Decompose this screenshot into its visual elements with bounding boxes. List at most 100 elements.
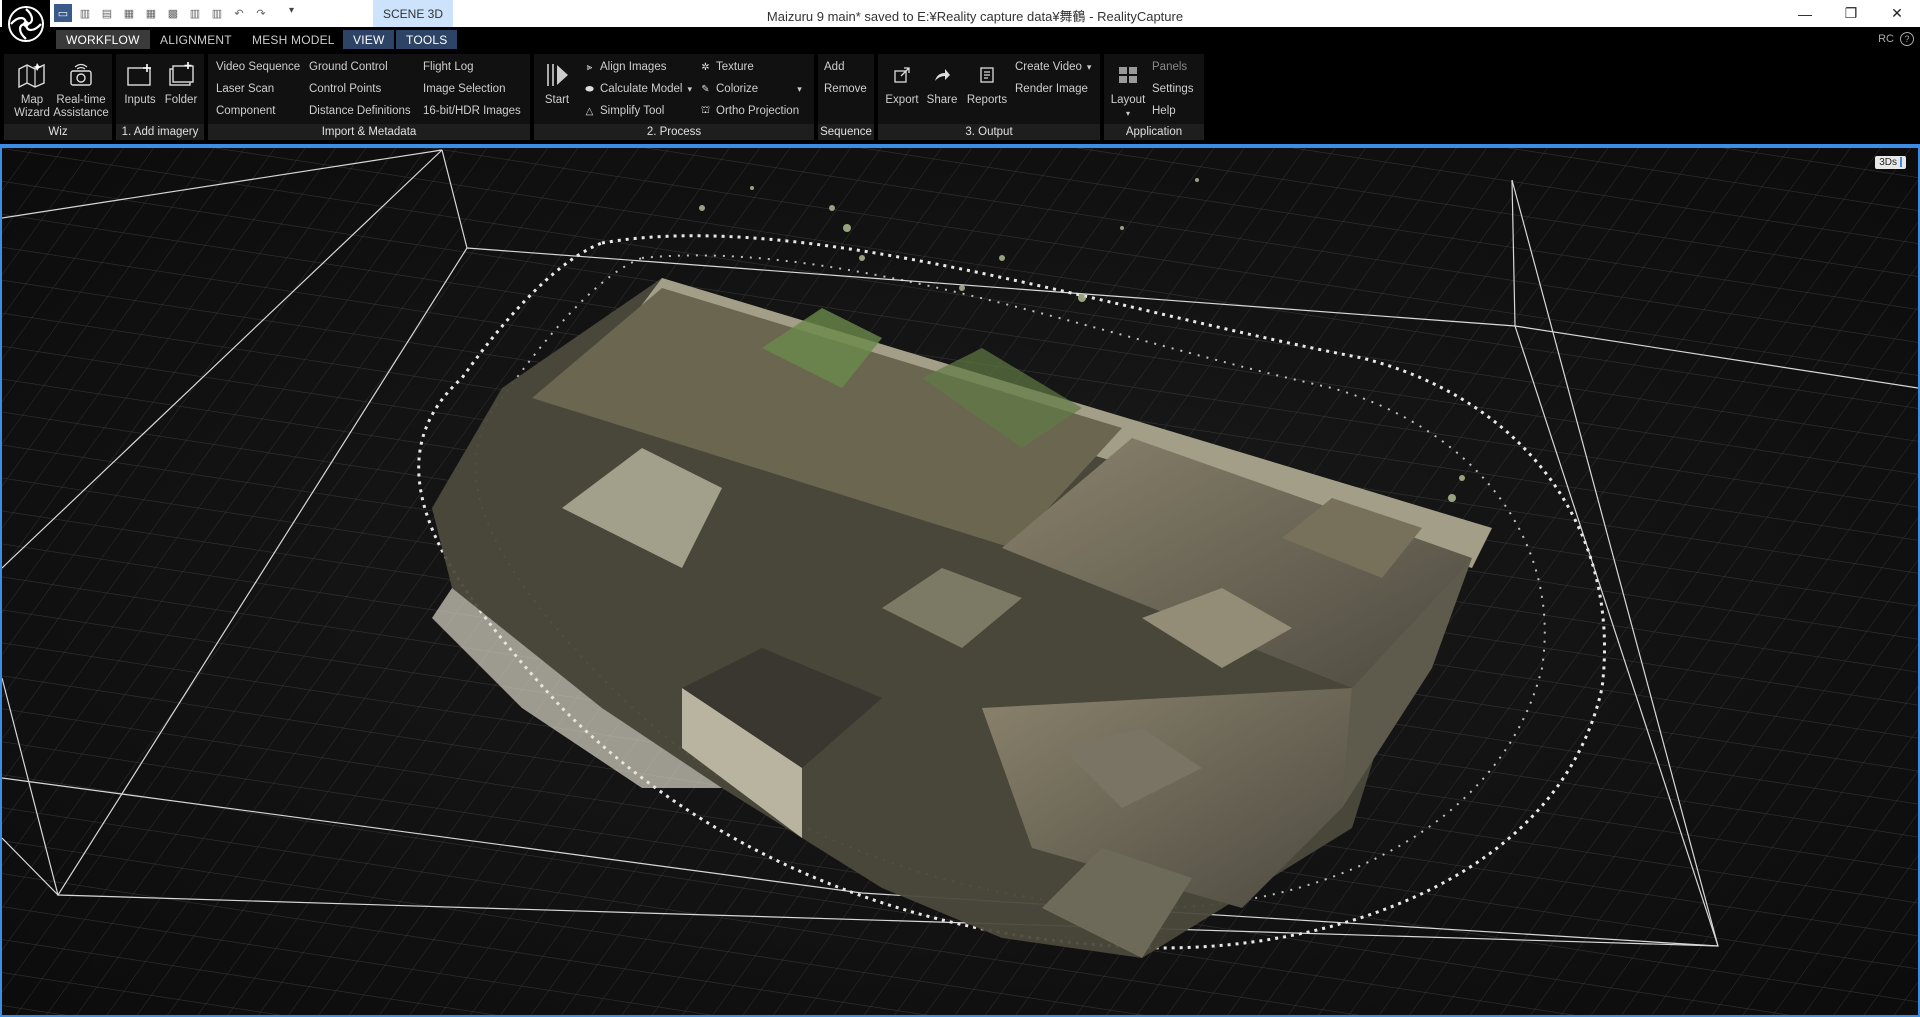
- reports-icon: [972, 60, 1002, 90]
- folder-button[interactable]: Folder: [160, 60, 202, 107]
- ribbon-tabs: WORKFLOW ALIGNMENT MESH MODEL VIEW TOOLS: [0, 27, 1920, 52]
- tab-view[interactable]: VIEW: [343, 30, 395, 49]
- export-button[interactable]: Export: [882, 60, 922, 107]
- calculate-model-icon: ⬬: [585, 83, 594, 95]
- ortho-projection-icon: ⛫: [700, 104, 711, 116]
- create-video-label: Create Video: [1015, 61, 1082, 73]
- simplify-tool-button[interactable]: △ Simplify Tool: [584, 105, 665, 117]
- reports-label: Reports: [966, 94, 1008, 106]
- folder-icon: [166, 60, 196, 90]
- colorize-label: Colorize: [716, 83, 759, 95]
- restore-button[interactable]: ❐: [1828, 0, 1874, 27]
- calculate-model-button[interactable]: ⬬ Calculate Model ▾: [584, 83, 692, 95]
- texture-icon: ✲: [701, 61, 710, 73]
- tab-workflow[interactable]: WORKFLOW: [56, 30, 150, 49]
- align-images-icon: ⫸: [586, 61, 593, 73]
- ribbon: Map Wizard Real-time Assistance Wiz Inpu…: [0, 52, 1920, 144]
- ortho-projection-label: Ortho Projection: [716, 105, 800, 117]
- group-application: Layout ▾ Panels Settings Help Applicatio…: [1104, 54, 1204, 140]
- tab-tools[interactable]: TOOLS: [396, 30, 458, 49]
- scene-3d-viewport[interactable]: 3Ds: [0, 144, 1920, 1017]
- control-points-button[interactable]: Control Points: [309, 83, 381, 95]
- settings-button[interactable]: Settings: [1152, 83, 1194, 95]
- start-icon: [542, 60, 572, 90]
- help-icon[interactable]: ?: [1900, 32, 1914, 46]
- simplify-tool-label: Simplify Tool: [600, 105, 665, 117]
- realtime-label-1: Real-time: [56, 94, 106, 106]
- align-images-button[interactable]: ⫸ Align Images: [584, 61, 667, 73]
- reports-button[interactable]: Reports: [964, 60, 1010, 107]
- colorize-icon: ✎: [701, 83, 710, 95]
- create-video-button[interactable]: Create Video ▾: [1015, 61, 1091, 73]
- close-button[interactable]: ✕: [1874, 0, 1920, 27]
- ground-control-button[interactable]: Ground Control: [309, 61, 388, 73]
- layout-icon: [1113, 60, 1143, 90]
- map-wizard-icon: [17, 60, 47, 90]
- group-label-process: 2. Process: [534, 124, 814, 140]
- map-wizard-label-2: Wizard: [14, 107, 50, 119]
- window-controls: — ❐ ✕: [1782, 0, 1920, 27]
- group-import-metadata: Video Sequence Laser Scan Component Grou…: [208, 54, 530, 140]
- group-label-output: 3. Output: [878, 124, 1100, 140]
- image-selection-button[interactable]: Image Selection: [423, 83, 505, 95]
- export-label: Export: [885, 94, 919, 106]
- align-images-label: Align Images: [600, 61, 667, 73]
- calculate-model-label: Calculate Model: [600, 83, 683, 95]
- hdr-images-button[interactable]: 16-bit/HDR Images: [423, 105, 521, 117]
- group-label-application: Application: [1104, 124, 1204, 140]
- inputs-icon: [125, 60, 155, 90]
- title-bar: ▭ ▥ ▤ ▦ ▦ ▩ ▥ ▥ ↶ ↷ ▾ SCENE 3D Maizuru 9…: [0, 0, 1920, 27]
- window-title: Maizuru 9 main* saved to E:¥Reality capt…: [766, 9, 1184, 24]
- component-button[interactable]: Component: [216, 105, 275, 117]
- minimize-button[interactable]: —: [1782, 0, 1828, 27]
- view-mode-badge[interactable]: 3Ds: [1875, 156, 1906, 169]
- group-sequence: Add Remove Sequence: [818, 54, 874, 140]
- sequence-add-button[interactable]: Add: [824, 61, 844, 73]
- share-label: Share: [926, 94, 958, 106]
- simplify-tool-icon: △: [585, 105, 594, 117]
- ortho-projection-button[interactable]: ⛫ Ortho Projection: [700, 104, 800, 118]
- start-button[interactable]: Start: [540, 60, 574, 107]
- export-icon: [887, 60, 917, 90]
- viewport-canvas[interactable]: [2, 148, 1918, 1015]
- layout-label: Layout: [1110, 94, 1146, 106]
- group-label-import-metadata: Import & Metadata: [208, 124, 530, 140]
- folder-label: Folder: [164, 94, 198, 106]
- group-add-imagery: Inputs Folder 1. Add imagery: [116, 54, 204, 140]
- create-video-dropdown-icon[interactable]: ▾: [1087, 62, 1092, 73]
- sequence-remove-button[interactable]: Remove: [824, 83, 867, 95]
- layout-button[interactable]: Layout ▾: [1106, 60, 1150, 120]
- render-image-button[interactable]: Render Image: [1015, 83, 1088, 95]
- panels-button[interactable]: Panels: [1152, 61, 1187, 73]
- flight-log-button[interactable]: Flight Log: [423, 61, 474, 73]
- tab-mesh-model[interactable]: MESH MODEL: [242, 30, 345, 49]
- share-button[interactable]: Share: [924, 60, 960, 107]
- realtime-assistance-button[interactable]: Real-time Assistance: [52, 60, 110, 120]
- group-process: Start ⫸ Align Images ⬬ Calculate Model ▾ △ S…: [534, 54, 814, 140]
- tab-alignment[interactable]: ALIGNMENT: [150, 30, 242, 49]
- group-output: Export Share Reports Create Video ▾ Rende…: [878, 54, 1100, 140]
- colorize-dropdown-icon[interactable]: ▾: [797, 84, 802, 95]
- help-button[interactable]: Help: [1152, 105, 1176, 117]
- share-icon: [927, 60, 957, 90]
- map-wizard-button[interactable]: Map Wizard: [10, 60, 54, 120]
- start-label: Start: [544, 94, 570, 106]
- calculate-model-dropdown-icon[interactable]: ▾: [687, 84, 692, 95]
- group-label-wiz: Wiz: [4, 124, 112, 140]
- group-wiz: Map Wizard Real-time Assistance Wiz: [4, 54, 112, 140]
- inputs-button[interactable]: Inputs: [120, 60, 160, 107]
- video-sequence-button[interactable]: Video Sequence: [216, 61, 300, 73]
- distance-definitions-button[interactable]: Distance Definitions: [309, 105, 411, 117]
- colorize-button[interactable]: ✎ Colorize ▾: [700, 83, 802, 95]
- laser-scan-button[interactable]: Laser Scan: [216, 83, 274, 95]
- texture-label: Texture: [716, 61, 754, 73]
- rc-label: RC: [1878, 33, 1894, 45]
- realtime-assistance-icon: [66, 60, 96, 90]
- group-label-sequence: Sequence: [818, 124, 874, 140]
- inputs-label: Inputs: [124, 94, 156, 106]
- map-wizard-label-1: Map: [20, 94, 44, 106]
- group-label-add-imagery: 1. Add imagery: [116, 124, 204, 140]
- layout-dropdown-icon[interactable]: ▾: [1106, 107, 1150, 120]
- app-logo-icon[interactable]: [2, 0, 50, 48]
- texture-button[interactable]: ✲ Texture: [700, 61, 754, 73]
